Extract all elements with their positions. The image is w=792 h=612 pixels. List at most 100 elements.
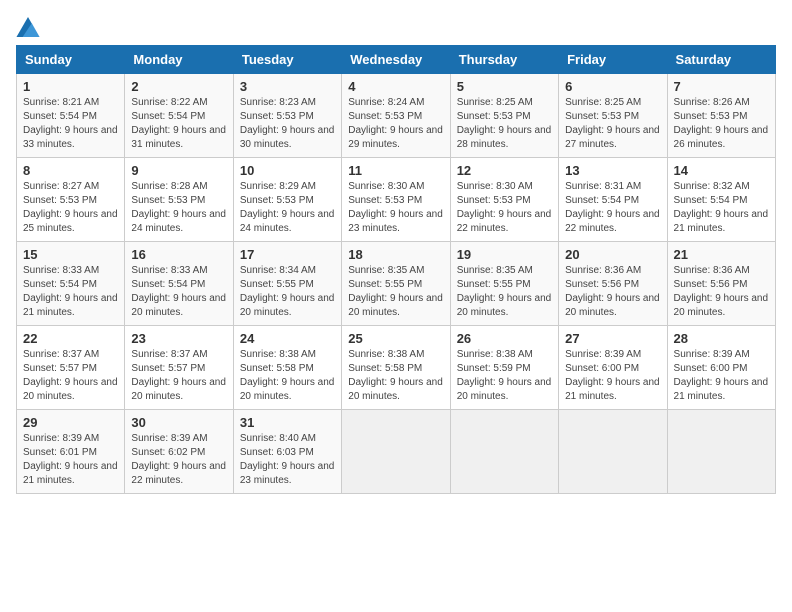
calendar-cell: 24 Sunrise: 8:38 AMSunset: 5:58 PMDaylig… xyxy=(233,326,341,410)
day-number: 11 xyxy=(348,163,443,178)
day-number: 13 xyxy=(565,163,660,178)
day-number: 16 xyxy=(131,247,226,262)
day-number: 4 xyxy=(348,79,443,94)
weekday-header-sunday: Sunday xyxy=(17,46,125,74)
calendar-cell: 5 Sunrise: 8:25 AMSunset: 5:53 PMDayligh… xyxy=(450,74,558,158)
calendar-cell: 1 Sunrise: 8:21 AMSunset: 5:54 PMDayligh… xyxy=(17,74,125,158)
day-info: Sunrise: 8:35 AMSunset: 5:55 PMDaylight:… xyxy=(348,265,443,318)
logo xyxy=(16,16,44,37)
calendar-cell: 14 Sunrise: 8:32 AMSunset: 5:54 PMDaylig… xyxy=(667,158,775,242)
day-info: Sunrise: 8:30 AMSunset: 5:53 PMDaylight:… xyxy=(348,181,443,234)
day-number: 31 xyxy=(240,415,335,430)
day-number: 9 xyxy=(131,163,226,178)
day-info: Sunrise: 8:39 AMSunset: 6:01 PMDaylight:… xyxy=(23,433,118,486)
calendar-cell: 20 Sunrise: 8:36 AMSunset: 5:56 PMDaylig… xyxy=(559,242,667,326)
day-number: 14 xyxy=(674,163,769,178)
calendar-cell: 19 Sunrise: 8:35 AMSunset: 5:55 PMDaylig… xyxy=(450,242,558,326)
calendar-cell: 10 Sunrise: 8:29 AMSunset: 5:53 PMDaylig… xyxy=(233,158,341,242)
day-number: 1 xyxy=(23,79,118,94)
calendar-cell: 27 Sunrise: 8:39 AMSunset: 6:00 PMDaylig… xyxy=(559,326,667,410)
calendar-week-row: 22 Sunrise: 8:37 AMSunset: 5:57 PMDaylig… xyxy=(17,326,776,410)
calendar-cell: 12 Sunrise: 8:30 AMSunset: 5:53 PMDaylig… xyxy=(450,158,558,242)
weekday-header-friday: Friday xyxy=(559,46,667,74)
day-number: 25 xyxy=(348,331,443,346)
calendar-cell: 13 Sunrise: 8:31 AMSunset: 5:54 PMDaylig… xyxy=(559,158,667,242)
calendar-week-row: 8 Sunrise: 8:27 AMSunset: 5:53 PMDayligh… xyxy=(17,158,776,242)
calendar-week-row: 1 Sunrise: 8:21 AMSunset: 5:54 PMDayligh… xyxy=(17,74,776,158)
calendar-cell: 7 Sunrise: 8:26 AMSunset: 5:53 PMDayligh… xyxy=(667,74,775,158)
day-number: 15 xyxy=(23,247,118,262)
weekday-header-saturday: Saturday xyxy=(667,46,775,74)
calendar-cell: 16 Sunrise: 8:33 AMSunset: 5:54 PMDaylig… xyxy=(125,242,233,326)
weekday-header-wednesday: Wednesday xyxy=(342,46,450,74)
calendar-cell: 25 Sunrise: 8:38 AMSunset: 5:58 PMDaylig… xyxy=(342,326,450,410)
day-info: Sunrise: 8:31 AMSunset: 5:54 PMDaylight:… xyxy=(565,181,660,234)
day-number: 30 xyxy=(131,415,226,430)
calendar-cell: 6 Sunrise: 8:25 AMSunset: 5:53 PMDayligh… xyxy=(559,74,667,158)
day-info: Sunrise: 8:22 AMSunset: 5:54 PMDaylight:… xyxy=(131,97,226,150)
day-number: 22 xyxy=(23,331,118,346)
calendar-cell: 4 Sunrise: 8:24 AMSunset: 5:53 PMDayligh… xyxy=(342,74,450,158)
day-info: Sunrise: 8:21 AMSunset: 5:54 PMDaylight:… xyxy=(23,97,118,150)
day-number: 7 xyxy=(674,79,769,94)
calendar-cell: 26 Sunrise: 8:38 AMSunset: 5:59 PMDaylig… xyxy=(450,326,558,410)
day-info: Sunrise: 8:30 AMSunset: 5:53 PMDaylight:… xyxy=(457,181,552,234)
day-number: 28 xyxy=(674,331,769,346)
day-info: Sunrise: 8:37 AMSunset: 5:57 PMDaylight:… xyxy=(23,349,118,402)
calendar-cell: 29 Sunrise: 8:39 AMSunset: 6:01 PMDaylig… xyxy=(17,410,125,494)
day-info: Sunrise: 8:32 AMSunset: 5:54 PMDaylight:… xyxy=(674,181,769,234)
page-header xyxy=(16,16,776,37)
day-info: Sunrise: 8:28 AMSunset: 5:53 PMDaylight:… xyxy=(131,181,226,234)
calendar-cell: 23 Sunrise: 8:37 AMSunset: 5:57 PMDaylig… xyxy=(125,326,233,410)
day-number: 29 xyxy=(23,415,118,430)
day-number: 21 xyxy=(674,247,769,262)
weekday-header-row: SundayMondayTuesdayWednesdayThursdayFrid… xyxy=(17,46,776,74)
calendar-cell xyxy=(342,410,450,494)
day-info: Sunrise: 8:27 AMSunset: 5:53 PMDaylight:… xyxy=(23,181,118,234)
day-info: Sunrise: 8:35 AMSunset: 5:55 PMDaylight:… xyxy=(457,265,552,318)
weekday-header-monday: Monday xyxy=(125,46,233,74)
day-number: 5 xyxy=(457,79,552,94)
day-info: Sunrise: 8:25 AMSunset: 5:53 PMDaylight:… xyxy=(457,97,552,150)
calendar-cell: 2 Sunrise: 8:22 AMSunset: 5:54 PMDayligh… xyxy=(125,74,233,158)
day-info: Sunrise: 8:29 AMSunset: 5:53 PMDaylight:… xyxy=(240,181,335,234)
day-info: Sunrise: 8:39 AMSunset: 6:02 PMDaylight:… xyxy=(131,433,226,486)
day-info: Sunrise: 8:40 AMSunset: 6:03 PMDaylight:… xyxy=(240,433,335,486)
day-number: 26 xyxy=(457,331,552,346)
day-number: 8 xyxy=(23,163,118,178)
day-info: Sunrise: 8:38 AMSunset: 5:58 PMDaylight:… xyxy=(348,349,443,402)
calendar-cell: 31 Sunrise: 8:40 AMSunset: 6:03 PMDaylig… xyxy=(233,410,341,494)
calendar-cell: 9 Sunrise: 8:28 AMSunset: 5:53 PMDayligh… xyxy=(125,158,233,242)
day-info: Sunrise: 8:39 AMSunset: 6:00 PMDaylight:… xyxy=(565,349,660,402)
calendar-cell: 28 Sunrise: 8:39 AMSunset: 6:00 PMDaylig… xyxy=(667,326,775,410)
calendar-cell: 21 Sunrise: 8:36 AMSunset: 5:56 PMDaylig… xyxy=(667,242,775,326)
day-info: Sunrise: 8:34 AMSunset: 5:55 PMDaylight:… xyxy=(240,265,335,318)
day-info: Sunrise: 8:37 AMSunset: 5:57 PMDaylight:… xyxy=(131,349,226,402)
day-number: 10 xyxy=(240,163,335,178)
day-info: Sunrise: 8:38 AMSunset: 5:58 PMDaylight:… xyxy=(240,349,335,402)
weekday-header-tuesday: Tuesday xyxy=(233,46,341,74)
day-number: 24 xyxy=(240,331,335,346)
day-info: Sunrise: 8:24 AMSunset: 5:53 PMDaylight:… xyxy=(348,97,443,150)
day-info: Sunrise: 8:33 AMSunset: 5:54 PMDaylight:… xyxy=(131,265,226,318)
calendar-cell: 15 Sunrise: 8:33 AMSunset: 5:54 PMDaylig… xyxy=(17,242,125,326)
logo-icon xyxy=(16,17,40,37)
weekday-header-thursday: Thursday xyxy=(450,46,558,74)
calendar: SundayMondayTuesdayWednesdayThursdayFrid… xyxy=(16,45,776,494)
day-number: 23 xyxy=(131,331,226,346)
calendar-cell xyxy=(667,410,775,494)
calendar-cell xyxy=(559,410,667,494)
day-number: 17 xyxy=(240,247,335,262)
day-info: Sunrise: 8:23 AMSunset: 5:53 PMDaylight:… xyxy=(240,97,335,150)
calendar-cell: 30 Sunrise: 8:39 AMSunset: 6:02 PMDaylig… xyxy=(125,410,233,494)
calendar-week-row: 29 Sunrise: 8:39 AMSunset: 6:01 PMDaylig… xyxy=(17,410,776,494)
day-info: Sunrise: 8:36 AMSunset: 5:56 PMDaylight:… xyxy=(565,265,660,318)
calendar-week-row: 15 Sunrise: 8:33 AMSunset: 5:54 PMDaylig… xyxy=(17,242,776,326)
calendar-cell: 8 Sunrise: 8:27 AMSunset: 5:53 PMDayligh… xyxy=(17,158,125,242)
day-number: 6 xyxy=(565,79,660,94)
day-info: Sunrise: 8:36 AMSunset: 5:56 PMDaylight:… xyxy=(674,265,769,318)
day-info: Sunrise: 8:26 AMSunset: 5:53 PMDaylight:… xyxy=(674,97,769,150)
calendar-cell: 22 Sunrise: 8:37 AMSunset: 5:57 PMDaylig… xyxy=(17,326,125,410)
day-info: Sunrise: 8:38 AMSunset: 5:59 PMDaylight:… xyxy=(457,349,552,402)
day-number: 27 xyxy=(565,331,660,346)
